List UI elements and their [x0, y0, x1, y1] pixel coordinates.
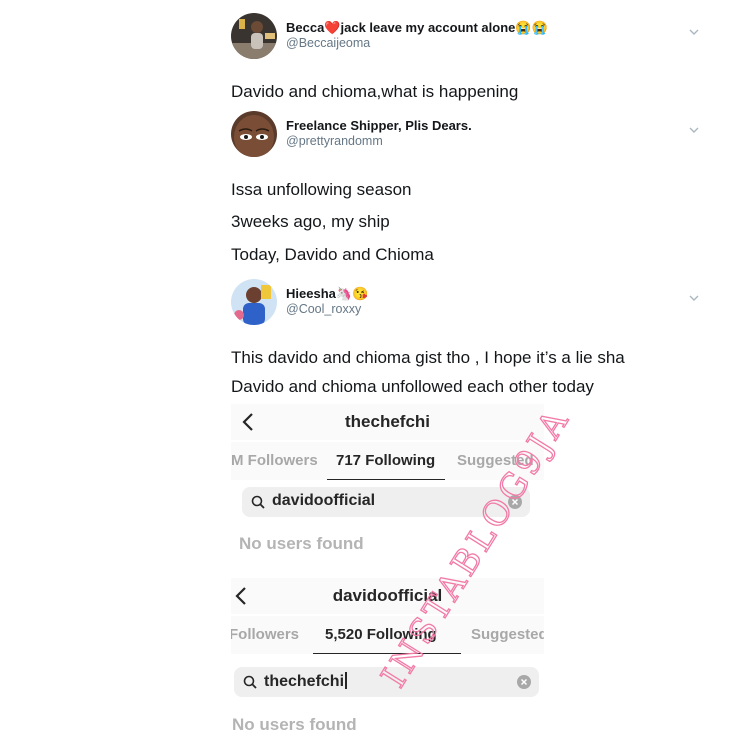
tweet-text: 3weeks ago, my ship — [231, 212, 390, 231]
chevron-down-icon[interactable] — [687, 123, 701, 137]
search-query: thechefchi — [264, 672, 347, 691]
profile-username: thechefchi — [344, 412, 431, 431]
user-handle[interactable]: @Cool_roxxy — [286, 302, 361, 316]
tweet-text: Davido and chioma unfollowed each other … — [231, 377, 594, 396]
display-name[interactable]: Freelance Shipper, Plis Dears. — [286, 118, 472, 133]
tweet-header: Hieesha🦄😘 @Cool_roxxy — [231, 279, 701, 329]
follow-tabs: M Followers 717 Following Suggested — [231, 442, 544, 480]
search-query: davidoofficial — [272, 492, 376, 509]
clear-icon[interactable] — [517, 675, 531, 689]
user-handle[interactable]: @Beccaijeoma — [286, 36, 370, 50]
chevron-down-icon[interactable] — [687, 291, 701, 305]
tweet-text: This davido and chioma gist tho , I hope… — [231, 348, 625, 367]
tweet-text: Today, Davido and Chioma — [231, 245, 434, 264]
tweet-text: Davido and chioma,what is happening — [231, 82, 519, 101]
tab-followers[interactable]: Followers — [231, 626, 299, 643]
search-input[interactable]: davidoofficial — [242, 487, 530, 517]
profile-header: davidoofficial — [231, 578, 544, 614]
empty-state-message: No users found — [239, 534, 364, 553]
active-tab-indicator — [313, 653, 461, 654]
tab-suggested[interactable]: Suggested — [457, 452, 534, 469]
tab-following[interactable]: 5,520 Following — [325, 626, 437, 643]
display-name[interactable]: Hieesha🦄😘 — [286, 286, 368, 302]
instagram-following-screen: davidoofficial Followers 5,520 Following… — [231, 578, 544, 750]
profile-header: thechefchi — [231, 404, 544, 440]
tab-following[interactable]: 717 Following — [336, 452, 435, 469]
tweet-header: Freelance Shipper, Plis Dears. @prettyra… — [231, 111, 701, 161]
search-icon — [251, 495, 265, 509]
tweet-text: Issa unfollowing season — [231, 180, 412, 199]
text-cursor — [345, 672, 347, 689]
display-name[interactable]: Becca❤️jack leave my account alone😭😭 — [286, 20, 548, 36]
instagram-following-screen: thechefchi M Followers 717 Following Sug… — [231, 404, 544, 564]
follow-tabs: Followers 5,520 Following Suggested — [231, 616, 544, 654]
search-input[interactable]: thechefchi — [234, 667, 539, 697]
avatar[interactable] — [231, 111, 277, 157]
search-icon — [243, 675, 257, 689]
clear-icon[interactable] — [508, 495, 522, 509]
tweet-header: Becca❤️jack leave my account alone😭😭 @Be… — [231, 13, 701, 63]
profile-username: davidoofficial — [332, 586, 443, 605]
tab-suggested[interactable]: Suggested — [471, 626, 544, 643]
empty-state-message: No users found — [232, 715, 357, 734]
chevron-down-icon[interactable] — [687, 25, 701, 39]
tab-followers[interactable]: M Followers — [231, 452, 318, 469]
avatar[interactable] — [231, 279, 277, 325]
user-handle[interactable]: @prettyrandomm — [286, 134, 383, 148]
active-tab-indicator — [327, 479, 445, 480]
avatar[interactable] — [231, 13, 277, 59]
